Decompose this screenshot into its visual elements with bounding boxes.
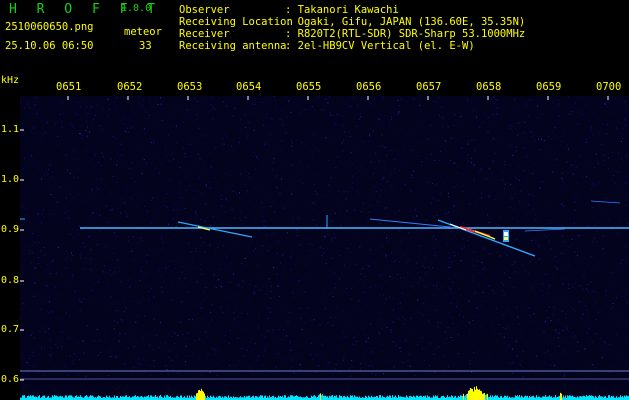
time-tick-label: 0653 <box>177 81 203 93</box>
frequency-tick-label: 0.8 <box>1 275 20 286</box>
app-version: 1.0.0 <box>121 3 152 14</box>
frequency-tick-label: 0.7 <box>1 324 20 335</box>
spectrogram-plot <box>20 96 629 400</box>
meteor-count-label: meteor <box>124 26 162 38</box>
time-tick-label: 0651 <box>56 81 82 93</box>
time-tick-label: 0656 <box>356 81 382 93</box>
timestamp: 25.10.06 06:50 <box>5 40 94 52</box>
frequency-tick-label: 1.0 <box>1 174 20 185</box>
info-key-receiver: Receiver <box>179 28 230 40</box>
info-key-observer: Observer <box>179 4 230 16</box>
frequency-tick-label: 0.6 <box>1 374 20 385</box>
info-key-location: Receiving Location <box>179 16 293 28</box>
time-tick-label: 0652 <box>117 81 143 93</box>
info-value-antenna: : 2el-HB9CV Vertical (el. E-W) <box>285 40 475 52</box>
time-tick-label: 0655 <box>296 81 322 93</box>
time-tick-label: 0658 <box>476 81 502 93</box>
frequency-unit-label: kHz <box>1 75 20 86</box>
frequency-tick-label: 0.9 <box>1 224 20 235</box>
meteor-burst <box>503 230 509 242</box>
time-tick-label: 0659 <box>536 81 562 93</box>
image-filename: 2510060650.png <box>5 21 94 33</box>
spectrogram-background <box>20 96 629 400</box>
info-key-antenna: Receiving antenna <box>179 40 287 52</box>
meteor-count-value: 33 <box>139 40 152 52</box>
time-tick-label: 0657 <box>416 81 442 93</box>
time-tick-label: 0654 <box>236 81 262 93</box>
time-tick-label: 0700 <box>596 81 622 93</box>
frequency-tick-label: 1.1 <box>1 124 20 135</box>
info-value-location: : Ogaki, Gifu, JAPAN (136.60E, 35.35N) <box>285 16 526 28</box>
info-value-receiver: : R820T2(RTL-SDR) SDR-Sharp 53.1000MHz <box>285 28 526 40</box>
info-value-observer: : Takanori Kawachi <box>285 4 399 16</box>
